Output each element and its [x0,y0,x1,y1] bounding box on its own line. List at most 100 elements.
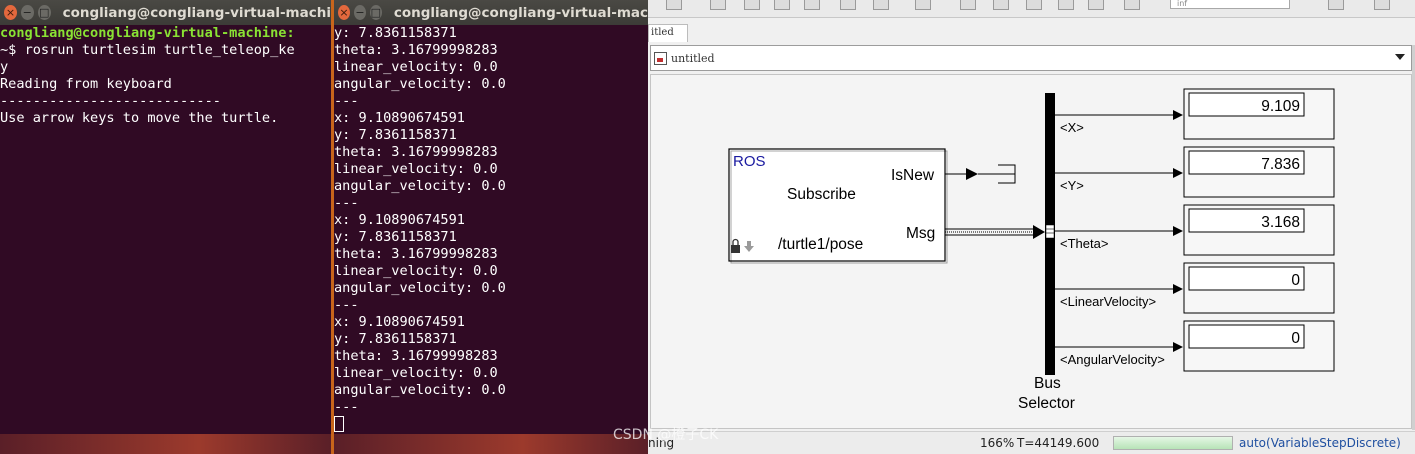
port-msg-label: Msg [906,225,935,242]
display-block[interactable]: 9.109 [1183,88,1335,140]
minimize-icon[interactable]: − [353,5,366,20]
bus-selector-label-2: Selector [1018,395,1075,412]
terminal-output[interactable]: congliang@congliang-virtual-machine: ~$ r… [0,25,331,127]
run-icon[interactable] [993,0,1009,10]
check-icon[interactable] [1328,0,1344,10]
model-canvas[interactable]: ROS Subscribe IsNew Msg /turtle1/pose Bu… [650,74,1412,429]
breadcrumb-model[interactable]: untitled [671,52,715,65]
display-block[interactable]: 3.168 [1183,204,1335,256]
breadcrumb[interactable]: untitled [650,45,1412,71]
close-icon[interactable]: × [4,5,17,20]
up-icon[interactable] [804,0,820,10]
output-line: --------------------------- [0,93,221,109]
display-value: 0 [1291,272,1300,289]
simulation-progress [1113,436,1233,450]
solver-label[interactable]: auto(VariableStepDiscrete) [1239,436,1401,450]
output-line: angular_velocity: 0.0 [334,178,506,194]
maximize-icon[interactable]: □ [37,5,51,20]
simulink-window[interactable]: inf itled untitled ROS Subscribe IsNew M… [648,0,1415,454]
output-line: y: 7.8361158371 [334,127,457,143]
display-block[interactable]: 0 [1183,262,1335,314]
step-back-icon[interactable] [960,0,976,10]
subscribe-block[interactable]: ROS Subscribe IsNew Msg /turtle1/pose [728,148,948,264]
zoom-level[interactable]: 166% [980,436,1014,450]
step-forward-icon[interactable] [1058,0,1074,10]
output-line: theta: 3.16799998283 [334,144,498,160]
pause-icon[interactable] [1026,0,1042,10]
terminal-output[interactable]: y: 7.8361158371 theta: 3.16799998283 linea… [334,25,648,434]
output-line: --- [334,93,359,109]
chevron-down-icon[interactable] [1395,54,1405,60]
explorer-icon[interactable] [915,0,931,10]
progress-fill [1114,437,1232,449]
forward-icon[interactable] [774,0,790,10]
window-title: congliang@congliang-virtual-mac [393,4,648,21]
output-signal-row[interactable]: <X> 9.109 [1055,88,1335,140]
display-value-box [1188,266,1305,291]
desktop-background [334,434,648,454]
model-diagram: ROS Subscribe IsNew Msg /turtle1/pose Bu… [728,88,1335,412]
output-line: Use arrow keys to move the turtle. [0,110,279,126]
signal-arrow [1173,342,1183,352]
terminal-window-echo[interactable]: × − □ congliang@congliang-virtual-mac y:… [334,0,648,454]
bus-output-label: <AngularVelocity> [1060,352,1165,367]
model-icon [654,51,667,65]
bus-output-label: <Y> [1060,178,1084,193]
simulation-time: T=44149.600 [1017,436,1100,450]
back-icon[interactable] [744,0,760,10]
signal-arrow [1173,168,1183,178]
library-icon[interactable] [840,0,856,10]
terminal-window-teleop[interactable]: × − □ congliang@congliang-virtual-machi … [0,0,331,454]
output-line: angular_velocity: 0.0 [334,382,506,398]
tab-strip: itled [648,24,1415,42]
output-line: theta: 3.16799998283 [334,246,498,262]
subscribe-library-label: ROS [733,153,766,170]
output-line: --- [334,297,359,313]
subscribe-block-name: Subscribe [787,186,856,203]
output-line: --- [334,195,359,211]
output-line: theta: 3.16799998283 [334,42,498,58]
output-line: Reading from keyboard [0,76,172,92]
bus-output-label: <Theta> [1060,236,1108,251]
display-value: 9.109 [1261,98,1300,115]
output-line: linear_velocity: 0.0 [334,263,498,279]
port-isnew-label: IsNew [891,167,935,184]
scope-icon[interactable] [1124,0,1140,10]
stop-time-input[interactable]: inf [1170,0,1290,9]
gear-icon[interactable] [873,0,889,10]
output-signal-row[interactable]: <Theta> 3.168 [1055,204,1335,256]
display-block[interactable]: 7.836 [1183,146,1335,198]
msg-bus-line[interactable] [945,225,1045,239]
bus-selector-label-1: Bus [1034,375,1061,392]
signal-arrow [1173,284,1183,294]
terminator-block[interactable] [998,164,1016,184]
isnew-signal-line[interactable] [945,168,998,180]
terminal-cursor [334,416,344,432]
stop-icon[interactable] [1088,0,1104,10]
output-signal-row[interactable]: <LinearVelocity> 0 [1055,262,1335,314]
toolbar-button[interactable] [666,0,682,10]
signal-arrow [1173,226,1183,236]
output-line: x: 9.10890674591 [334,110,465,126]
display-block[interactable]: 0 [1183,320,1335,372]
display-value-box [1188,324,1305,349]
output-signal-row[interactable]: <AngularVelocity> 0 [1055,320,1335,372]
close-icon[interactable]: × [338,5,350,20]
save-icon[interactable] [710,0,726,10]
tab-untitled[interactable]: itled [648,24,688,42]
minimize-icon[interactable]: − [20,5,34,20]
terminal-titlebar[interactable]: × − □ congliang@congliang-virtual-machi [0,0,331,25]
maximize-icon[interactable]: □ [369,5,382,20]
prompt-path: ~$ [0,42,25,58]
desktop-background [0,434,331,454]
output-line: theta: 3.16799998283 [334,348,498,364]
command-text: rosrun turtlesim turtle_teleop_ke [24,42,295,58]
output-signal-row[interactable]: <Y> 7.836 [1055,146,1335,198]
display-value: 7.836 [1261,156,1300,173]
terminal-titlebar[interactable]: × − □ congliang@congliang-virtual-mac [334,0,648,25]
grid-icon[interactable] [1374,0,1390,10]
output-line: linear_velocity: 0.0 [334,365,498,381]
output-line: x: 9.10890674591 [334,314,465,330]
output-line: linear_velocity: 0.0 [334,59,498,75]
output-line: y: 7.8361158371 [334,331,457,347]
